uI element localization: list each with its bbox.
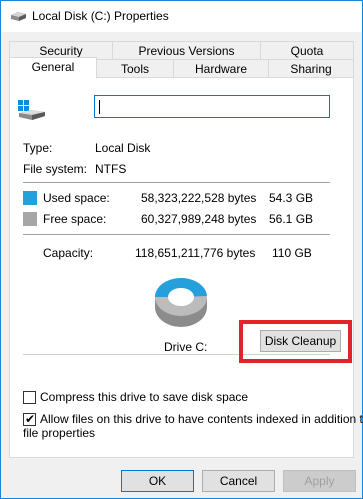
window-title: Local Disk (C:) Properties: [32, 9, 169, 23]
used-space-gb: 54.3 GB: [269, 191, 314, 205]
used-space-swatch: [23, 191, 37, 205]
drive-label: Drive C:: [164, 340, 208, 354]
index-checkbox[interactable]: ✔: [23, 412, 36, 426]
free-space-bytes: 60,327,989,248 bytes: [141, 212, 257, 226]
windows-drive-icon: [18, 100, 45, 120]
divider: [23, 354, 330, 355]
index-label-line2: file properties: [23, 426, 96, 440]
divider: [23, 182, 330, 183]
ok-button[interactable]: OK: [121, 470, 194, 492]
index-label-line1: Allow files on this drive to have conten…: [40, 412, 363, 426]
used-space-label: Used space:: [43, 191, 110, 205]
compress-checkbox[interactable]: [23, 391, 36, 404]
type-label: Type:: [23, 141, 53, 155]
checkmark-icon: ✔: [25, 412, 36, 426]
tab-hardware[interactable]: Hardware: [173, 59, 269, 78]
tab-tools[interactable]: Tools: [96, 59, 174, 78]
drive-name-input[interactable]: [94, 95, 330, 118]
tab-sharing[interactable]: Sharing: [268, 59, 354, 78]
file-system-value: NTFS: [95, 162, 127, 176]
disk-cleanup-button[interactable]: Disk Cleanup: [260, 330, 341, 352]
drive-icon: [11, 12, 26, 21]
free-space-swatch: [23, 212, 37, 226]
type-value: Local Disk: [95, 141, 151, 155]
free-space-label: Free space:: [43, 212, 107, 226]
properties-window: Local Disk (C:) Properties Security Prev…: [0, 0, 363, 499]
free-space-gb: 56.1 GB: [269, 212, 314, 226]
cancel-button[interactable]: Cancel: [202, 470, 275, 492]
title-bar[interactable]: Local Disk (C:) Properties: [1, 1, 362, 32]
used-space-bytes: 58,323,222,528 bytes: [141, 191, 257, 205]
donut-hole: [168, 288, 194, 306]
apply-button[interactable]: Apply: [283, 470, 356, 492]
disk-usage-donut: [155, 278, 207, 327]
file-system-label: File system:: [23, 162, 88, 176]
text-caret: [99, 100, 100, 114]
capacity-gb: 110 GB: [272, 246, 312, 260]
capacity-bytes: 118,651,211,776 bytes: [135, 246, 256, 260]
tab-general[interactable]: General: [9, 57, 97, 79]
capacity-label: Capacity:: [43, 246, 94, 260]
compress-label: Compress this drive to save disk space: [40, 390, 249, 404]
divider: [23, 234, 330, 235]
